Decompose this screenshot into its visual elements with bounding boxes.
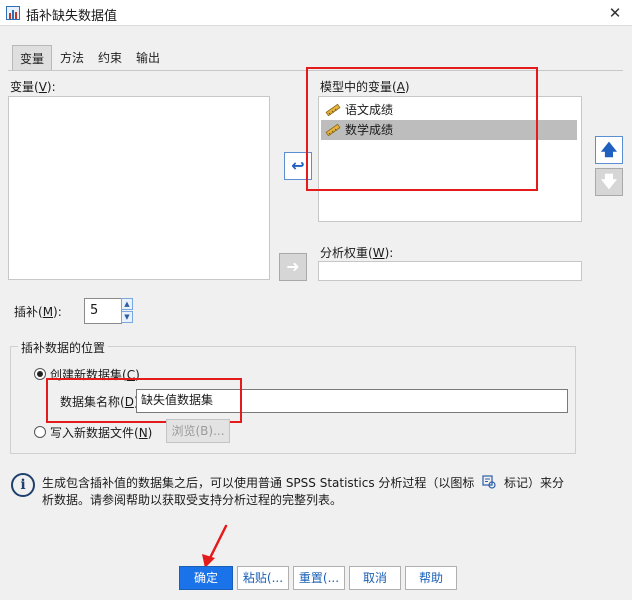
tab-constraints[interactable]: 约束 [93,45,127,71]
help-button[interactable]: 帮助 [405,566,457,590]
tab-method[interactable]: 方法 [55,45,89,71]
write-file-radio[interactable] [34,426,46,438]
imputations-label: 插补(M): [14,305,62,319]
cancel-button[interactable]: 取消 [349,566,401,590]
group-title: 插补数据的位置 [18,339,109,356]
write-file-label: 写入新数据文件(N) [50,426,153,440]
imputations-input[interactable]: 5 [84,298,122,324]
weight-field[interactable] [318,261,582,281]
multiple-imputation-icon [482,475,496,489]
info-icon: i [11,473,35,497]
paste-button[interactable]: 粘贴(... [237,566,289,590]
reset-button[interactable]: 重置(... [293,566,345,590]
arrow-right-icon: ➜ [286,257,300,276]
highlight-box [306,67,538,191]
highlight-box [46,378,242,423]
tab-output[interactable]: 输出 [131,45,165,71]
annotation-arrow-icon [202,524,228,568]
arrow-up-icon: 🡅 [600,140,618,159]
title-bar: 插补缺失数据值 ✕ [0,0,632,26]
window-title: 插补缺失数据值 [26,9,118,24]
info-text-line1: 生成包含插补值的数据集之后，可以使用普通 SPSS Statistics 分析过… [42,475,565,490]
browse-button[interactable]: 浏览(B)... [166,419,230,443]
tab-variables[interactable]: 变量 [12,45,52,71]
spin-up-button[interactable]: ▲ [121,298,133,310]
move-to-weight-button[interactable]: ➜ [279,253,307,281]
app-icon [6,6,20,20]
spin-down-button[interactable]: ▼ [121,311,133,323]
weight-label: 分析权重(W): [320,246,394,260]
variables-label: 变量(V): [10,80,56,94]
variables-list[interactable] [8,96,270,280]
arrow-left-icon: ↩ [291,156,305,175]
move-down-button[interactable]: 🡇 [595,168,623,196]
close-button[interactable]: ✕ [604,2,626,24]
move-up-button[interactable]: 🡅 [595,136,623,164]
arrow-down-icon: 🡇 [600,172,618,191]
info-text-line2: 析数据。请参阅帮助以获取受支持分析过程的完整列表。 [42,493,343,507]
ok-button[interactable]: 确定 [179,566,233,590]
create-dataset-radio[interactable] [34,368,46,380]
